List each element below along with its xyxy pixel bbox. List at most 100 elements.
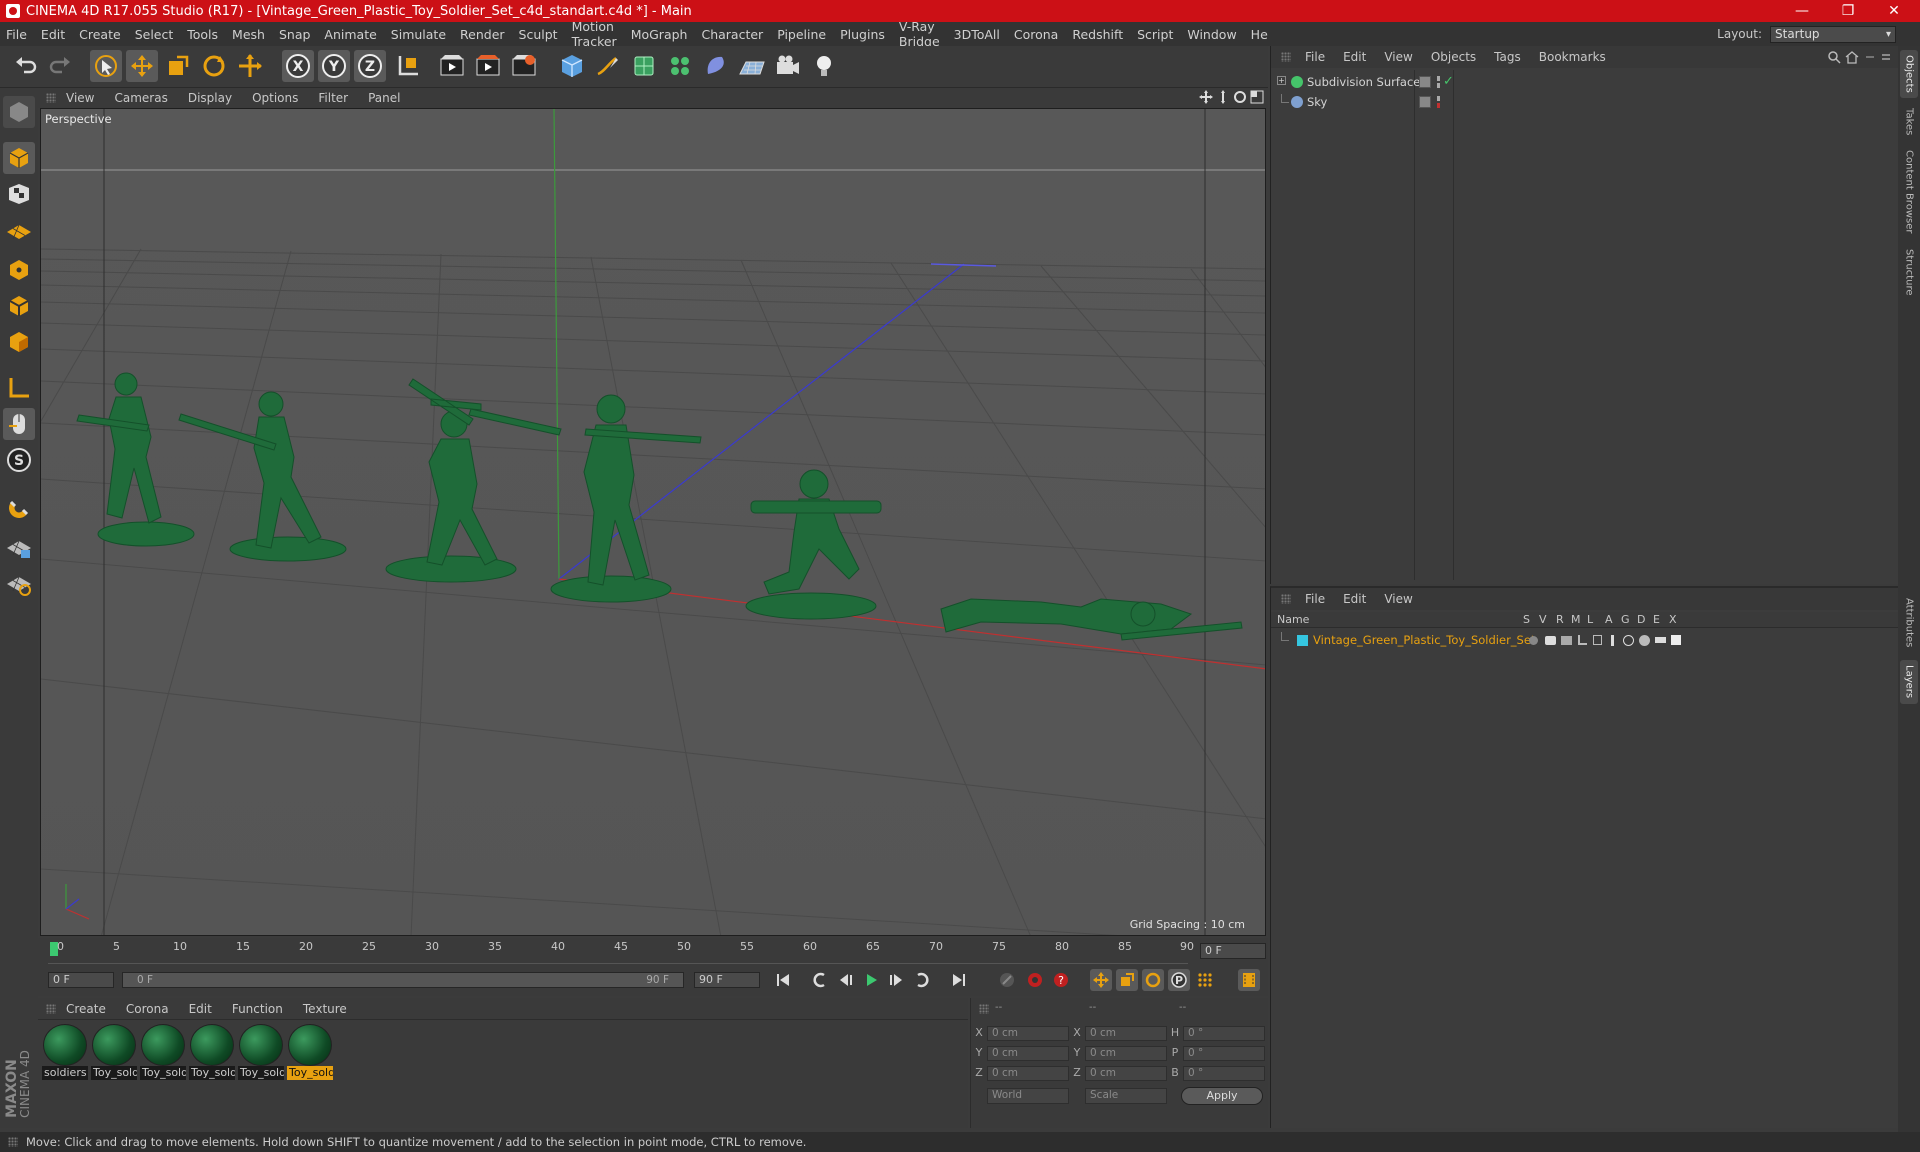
position-y-field[interactable]: 0 cm bbox=[987, 1046, 1069, 1061]
menu-sculpt[interactable]: Sculpt bbox=[519, 27, 558, 42]
material-swatch-selected[interactable]: Toy_sold bbox=[287, 1024, 333, 1080]
polygons-mode-icon[interactable] bbox=[3, 326, 35, 358]
material-menu-function[interactable]: Function bbox=[232, 1002, 283, 1016]
key-rotation-icon[interactable] bbox=[1142, 969, 1164, 991]
perspective-viewport[interactable]: Perspective Grid Spacing : 10 cm bbox=[40, 108, 1266, 936]
menu-3dtoall[interactable]: 3DToAll bbox=[954, 27, 1000, 42]
lock-workplane-icon[interactable] bbox=[3, 532, 35, 564]
frame-range-slider[interactable]: 0 F 90 F bbox=[122, 972, 684, 988]
xref-toggle-icon[interactable] bbox=[1671, 635, 1681, 645]
play-icon[interactable] bbox=[860, 969, 882, 991]
timeline[interactable]: 0 5 10 15 20 25 30 35 40 45 50 55 60 65 … bbox=[38, 938, 1268, 964]
menu-character[interactable]: Character bbox=[701, 27, 763, 42]
material-swatch[interactable]: Toy_sold bbox=[140, 1024, 186, 1080]
object-menu-edit[interactable]: Edit bbox=[1343, 50, 1366, 64]
coordinate-system-icon[interactable] bbox=[392, 50, 424, 82]
current-frame-field[interactable]: 0 F bbox=[1200, 943, 1266, 959]
rotate-tool-icon[interactable] bbox=[198, 50, 230, 82]
render-toggle-icon[interactable] bbox=[1561, 636, 1572, 645]
column-name[interactable]: Name bbox=[1277, 613, 1309, 626]
size-mode-select[interactable]: Scale bbox=[1085, 1088, 1167, 1104]
menu-corona[interactable]: Corona bbox=[1014, 27, 1058, 42]
column-expressions[interactable]: E bbox=[1653, 613, 1660, 626]
viewport-rotate-icon[interactable] bbox=[1233, 90, 1247, 104]
minimize-panel-icon[interactable] bbox=[1863, 50, 1877, 64]
model-mode-icon[interactable] bbox=[3, 142, 35, 174]
menu-tools[interactable]: Tools bbox=[187, 27, 218, 42]
y-axis-lock-icon[interactable]: Y bbox=[318, 50, 350, 82]
quantize-icon[interactable] bbox=[3, 568, 35, 600]
menu-mograph[interactable]: MoGraph bbox=[631, 27, 688, 42]
workplane-mode-icon[interactable] bbox=[3, 214, 35, 246]
panel-grip-icon[interactable] bbox=[979, 1004, 989, 1014]
material-swatch[interactable]: Toy_sold bbox=[238, 1024, 284, 1080]
column-xref[interactable]: X bbox=[1669, 613, 1677, 626]
panel-grip-icon[interactable] bbox=[1281, 594, 1291, 604]
menu-vray-bridge[interactable]: V-Ray Bridge bbox=[899, 19, 940, 49]
render-picture-viewer-icon[interactable] bbox=[472, 50, 504, 82]
key-point-level-icon[interactable] bbox=[1194, 969, 1216, 991]
material-swatch[interactable]: soldiers bbox=[42, 1024, 88, 1080]
menu-plugins[interactable]: Plugins bbox=[840, 27, 885, 42]
key-position-icon[interactable] bbox=[1090, 969, 1112, 991]
key-parameter-icon[interactable]: P bbox=[1168, 969, 1190, 991]
next-keyframe-icon[interactable] bbox=[912, 969, 934, 991]
next-frame-icon[interactable] bbox=[886, 969, 908, 991]
record-keys-icon[interactable] bbox=[996, 969, 1018, 991]
layer-tag-icon[interactable] bbox=[1419, 96, 1431, 108]
maximize-button[interactable]: ❐ bbox=[1826, 0, 1870, 22]
axis-mode-icon[interactable] bbox=[3, 372, 35, 404]
object-row-sky[interactable]: Sky bbox=[1271, 94, 1771, 112]
viewport-move-icon[interactable] bbox=[1199, 90, 1213, 104]
menu-edit[interactable]: Edit bbox=[41, 27, 65, 42]
z-axis-lock-icon[interactable]: Z bbox=[354, 50, 386, 82]
snap-icon[interactable]: S bbox=[3, 444, 35, 476]
layer-menu-edit[interactable]: Edit bbox=[1343, 592, 1366, 606]
menu-motion-tracker[interactable]: Motion Tracker bbox=[572, 19, 617, 49]
layer-menu-view[interactable]: View bbox=[1384, 592, 1412, 606]
menu-file[interactable]: File bbox=[6, 27, 27, 42]
pen-spline-icon[interactable] bbox=[592, 50, 624, 82]
apply-button[interactable]: Apply bbox=[1181, 1087, 1263, 1105]
menu-select[interactable]: Select bbox=[135, 27, 174, 42]
minimize-button[interactable]: — bbox=[1780, 0, 1824, 22]
layout-select[interactable]: Startup bbox=[1770, 25, 1896, 43]
menu-snap[interactable]: Snap bbox=[279, 27, 310, 42]
texture-mode-icon[interactable] bbox=[3, 178, 35, 210]
position-z-field[interactable]: 0 cm bbox=[987, 1066, 1069, 1081]
keyframe-selection-icon[interactable]: ? bbox=[1050, 969, 1072, 991]
cube-primitive-icon[interactable] bbox=[556, 50, 588, 82]
material-menu-corona[interactable]: Corona bbox=[126, 1002, 169, 1016]
subdivision-surface-icon[interactable] bbox=[628, 50, 660, 82]
column-manager[interactable]: M bbox=[1571, 613, 1581, 626]
layer-color-swatch[interactable] bbox=[1297, 635, 1308, 646]
rotation-b-field[interactable]: 0 ° bbox=[1183, 1066, 1265, 1081]
enabled-check-icon[interactable]: ✓ bbox=[1443, 74, 1454, 89]
size-y-field[interactable]: 0 cm bbox=[1085, 1046, 1167, 1061]
material-menu-create[interactable]: Create bbox=[66, 1002, 106, 1016]
column-deformers[interactable]: D bbox=[1637, 613, 1645, 626]
viewport-menu-filter[interactable]: Filter bbox=[318, 91, 348, 105]
size-z-field[interactable]: 0 cm bbox=[1085, 1066, 1167, 1081]
viewport-menu-display[interactable]: Display bbox=[188, 91, 232, 105]
rotation-h-field[interactable]: 0 ° bbox=[1183, 1026, 1265, 1041]
move-tool-icon[interactable] bbox=[126, 50, 158, 82]
generators-toggle-icon[interactable] bbox=[1623, 635, 1634, 646]
manager-toggle-icon[interactable] bbox=[1578, 635, 1587, 645]
menu-create[interactable]: Create bbox=[79, 27, 121, 42]
tweak-mode-icon[interactable] bbox=[3, 408, 35, 440]
expand-toggle-icon[interactable]: + bbox=[1277, 76, 1286, 85]
object-menu-bookmarks[interactable]: Bookmarks bbox=[1539, 50, 1606, 64]
camera-icon[interactable] bbox=[772, 50, 804, 82]
search-icon[interactable] bbox=[1827, 50, 1841, 64]
menu-pipeline[interactable]: Pipeline bbox=[777, 27, 826, 42]
tab-takes[interactable]: Takes bbox=[1900, 104, 1918, 140]
material-swatch[interactable]: Toy_sold bbox=[91, 1024, 137, 1080]
object-row-subdivision-surface[interactable]: + Subdivision Surface ✓ bbox=[1271, 74, 1771, 92]
viewport-menu-view[interactable]: View bbox=[66, 91, 94, 105]
material-menu-edit[interactable]: Edit bbox=[189, 1002, 212, 1016]
go-to-start-icon[interactable] bbox=[772, 969, 794, 991]
object-menu-view[interactable]: View bbox=[1384, 50, 1412, 64]
points-mode-icon[interactable] bbox=[3, 254, 35, 286]
make-editable-icon[interactable] bbox=[3, 96, 35, 128]
